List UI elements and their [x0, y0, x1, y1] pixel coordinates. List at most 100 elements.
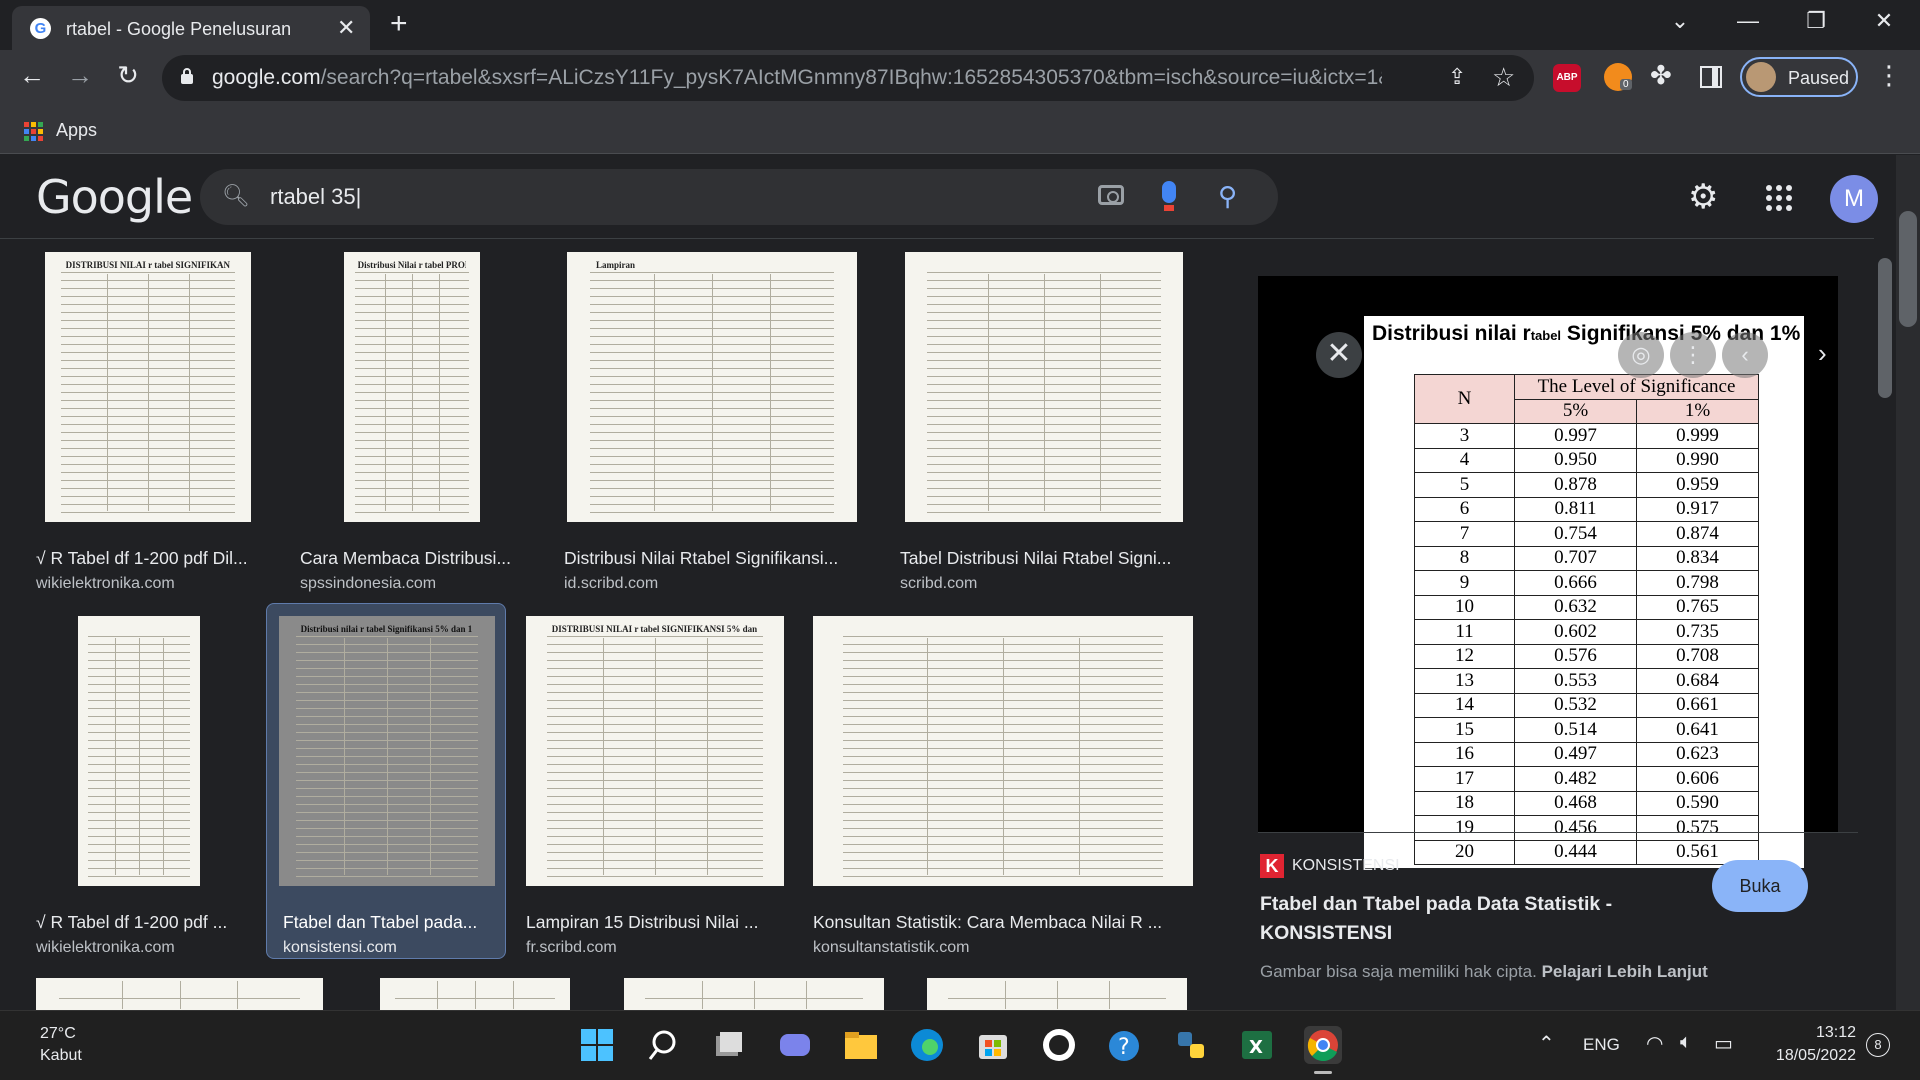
result-source[interactable]: konsultanstatistik.com	[813, 939, 970, 957]
result-title[interactable]: √ R Tabel df 1-200 pdf ...	[36, 912, 246, 933]
side-panel-icon[interactable]	[1700, 66, 1722, 88]
store-icon[interactable]	[974, 1026, 1012, 1064]
forward-icon[interactable]: →	[62, 60, 98, 91]
image-result-selected[interactable]: Distribusi nilai r tabel Signifikansi 5%…	[266, 603, 506, 959]
tray-chevron-icon[interactable]: ⌃	[1538, 1031, 1555, 1056]
camera-icon[interactable]	[1098, 185, 1124, 205]
bookmark-star-icon[interactable]: ☆	[1492, 62, 1515, 93]
result-thumbnail[interactable]: Distribusi Nilai r tabel PRODUCT MOMENT	[344, 252, 480, 522]
google-logo[interactable]: Google	[36, 170, 193, 224]
extension-icon[interactable]: 0	[1604, 63, 1632, 91]
result-source[interactable]: wikielektronika.com	[36, 939, 175, 957]
share-icon[interactable]: ⇪	[1448, 64, 1466, 90]
result-thumbnail[interactable]	[905, 252, 1183, 522]
account-avatar[interactable]: M	[1830, 175, 1878, 223]
result-thumbnail[interactable]	[36, 978, 323, 1010]
open-button[interactable]: Buka	[1712, 860, 1808, 912]
result-title[interactable]: Lampiran 15 Distribusi Nilai ...	[526, 912, 776, 933]
result-thumbnail[interactable]	[927, 978, 1187, 1010]
result-title[interactable]: Tabel Distribusi Nilai Rtabel Signi...	[900, 548, 1200, 569]
start-icon[interactable]	[578, 1026, 616, 1064]
help-icon[interactable]: ?	[1106, 1026, 1144, 1064]
microphone-icon[interactable]	[1162, 181, 1176, 211]
volume-icon[interactable]: 🔈︎	[1680, 1031, 1692, 1054]
weather-widget[interactable]: 27°C Kabut	[40, 1023, 82, 1067]
preview-image-frame[interactable]: Distribusi nilai rtabel Signifikansi 5% …	[1258, 276, 1838, 868]
browser-tab[interactable]: G rtabel - Google Penelusuran ✕	[12, 6, 370, 50]
chat-icon[interactable]	[776, 1026, 814, 1064]
new-tab-icon[interactable]: +	[390, 8, 408, 40]
settings-gear-icon[interactable]: ⚙	[1688, 177, 1718, 217]
close-tab-icon[interactable]: ✕	[337, 15, 355, 41]
minimize-icon[interactable]: —	[1728, 8, 1768, 34]
notification-badge[interactable]: 8	[1866, 1033, 1890, 1057]
bookmark-apps[interactable]: Apps	[56, 120, 97, 141]
result-source[interactable]: fr.scribd.com	[526, 939, 617, 957]
previous-image-icon[interactable]: ‹	[1722, 332, 1768, 378]
result-title[interactable]: Cara Membaca Distribusi...	[300, 548, 530, 569]
result-thumbnail[interactable]	[380, 978, 570, 1010]
profile-button[interactable]: Paused	[1740, 57, 1858, 97]
tab-search-chevron-icon[interactable]: ⌄	[1660, 8, 1700, 34]
adblock-plus-icon[interactable]: ABP	[1553, 64, 1581, 92]
result-title[interactable]: Ftabel dan Ttabel pada...	[283, 912, 493, 933]
results-scrollbar[interactable]	[1874, 238, 1896, 1008]
apps-grid-icon[interactable]	[24, 122, 43, 141]
edge-icon[interactable]	[908, 1026, 946, 1064]
scrollbar-thumb[interactable]	[1878, 258, 1892, 398]
result-title[interactable]: Konsultan Statistik: Cara Membaca Nilai …	[813, 912, 1203, 933]
preview-image[interactable]: Distribusi nilai rtabel Signifikansi 5% …	[1364, 316, 1804, 868]
image-result[interactable]: √ R Tabel df 1-200 pdf ... wikielektroni…	[36, 616, 246, 956]
search-input[interactable]: rtabel 35|	[270, 184, 361, 210]
result-source[interactable]: id.scribd.com	[564, 575, 658, 593]
address-bar[interactable]: google.com/search?q=rtabel&sxsrf=ALiCzsY…	[162, 55, 1534, 101]
next-image-icon[interactable]: ›	[1818, 338, 1827, 369]
result-thumbnail[interactable]	[78, 616, 200, 886]
result-thumbnail[interactable]	[624, 978, 884, 1010]
close-window-icon[interactable]: ✕	[1864, 8, 1904, 34]
result-source[interactable]: konsistensi.com	[283, 939, 397, 957]
result-thumbnail[interactable]: Distribusi nilai r tabel Signifikansi 5%…	[279, 616, 495, 886]
search-submit-icon[interactable]: ⚲	[1218, 181, 1237, 212]
image-result[interactable]: DISTRIBUSI NILAI r tabel SIGNIFIKANSI 5%…	[526, 616, 786, 956]
image-result[interactable]: Tabel Distribusi Nilai Rtabel Signi... s…	[900, 252, 1200, 592]
result-thumbnail[interactable]: DISTRIBUSI NILAI r tabel SIGNIFIKANSI 5%…	[45, 252, 251, 522]
google-apps-icon[interactable]	[1766, 185, 1792, 211]
excel-icon[interactable]: X	[1238, 1026, 1276, 1064]
close-preview-icon[interactable]: ✕	[1316, 332, 1362, 378]
image-result[interactable]: Lampiran Distribusi Nilai Rtabel Signifi…	[564, 252, 864, 592]
more-options-icon[interactable]: ⋮	[1670, 332, 1716, 378]
search-icon[interactable]	[644, 1026, 682, 1064]
chrome-icon[interactable]	[1304, 1026, 1342, 1074]
preview-title[interactable]: Ftabel dan Ttabel pada Data Statistik - …	[1260, 890, 1690, 948]
result-thumbnail[interactable]: DISTRIBUSI NILAI r tabel SIGNIFIKANSI 5%…	[526, 616, 784, 886]
github-icon[interactable]	[1040, 1026, 1078, 1064]
image-result[interactable]: Konsultan Statistik: Cara Membaca Nilai …	[813, 616, 1203, 956]
url-text[interactable]: google.com/search?q=rtabel&sxsrf=ALiCzsY…	[212, 66, 1382, 90]
extensions-puzzle-icon[interactable]: ✤	[1650, 60, 1672, 91]
battery-icon[interactable]: ▭	[1714, 1031, 1733, 1056]
browser-menu-icon[interactable]: ⋮	[1876, 60, 1902, 91]
reload-icon[interactable]: ↻	[110, 60, 146, 91]
result-source[interactable]: wikielektronika.com	[36, 575, 175, 593]
wifi-icon[interactable]: ◠	[1646, 1031, 1663, 1056]
image-result[interactable]: Distribusi Nilai r tabel PRODUCT MOMENT …	[300, 252, 530, 592]
file-explorer-icon[interactable]	[842, 1026, 880, 1064]
task-view-icon[interactable]	[710, 1026, 748, 1064]
result-thumbnail[interactable]: Lampiran	[567, 252, 857, 522]
python-icon[interactable]	[1172, 1026, 1210, 1064]
page-scrollbar[interactable]	[1896, 155, 1920, 1010]
search-box[interactable]: 🔍︎ rtabel 35| ⚲	[200, 169, 1278, 225]
result-source[interactable]: scribd.com	[900, 575, 977, 593]
back-icon[interactable]: ←	[14, 60, 50, 91]
result-source[interactable]: spssindonesia.com	[300, 575, 436, 593]
result-thumbnail[interactable]	[813, 616, 1193, 886]
lens-icon[interactable]: ◎	[1618, 332, 1664, 378]
language-indicator[interactable]: ENG	[1583, 1035, 1620, 1055]
image-result[interactable]: DISTRIBUSI NILAI r tabel SIGNIFIKANSI 5%…	[36, 252, 256, 592]
result-title[interactable]: √ R Tabel df 1-200 pdf Dil...	[36, 548, 256, 569]
result-title[interactable]: Distribusi Nilai Rtabel Signifikansi...	[564, 548, 864, 569]
learn-more-link[interactable]: Pelajari Lebih Lanjut	[1542, 962, 1708, 981]
scrollbar-thumb[interactable]	[1899, 211, 1917, 327]
preview-source[interactable]: K KONSISTENSI	[1260, 854, 1400, 878]
